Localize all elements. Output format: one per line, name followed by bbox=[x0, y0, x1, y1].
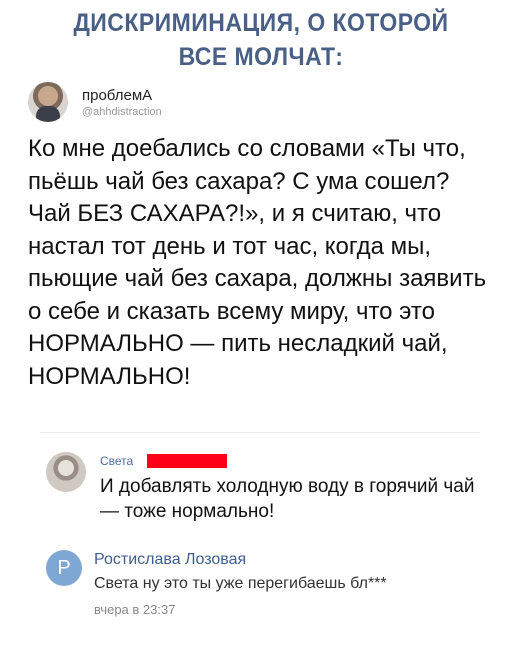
comment-text: Света ну это ты уже перегибаешь бл*** bbox=[94, 575, 387, 592]
comment-timestamp[interactable]: вчера в 23:37 bbox=[94, 602, 175, 617]
divider bbox=[40, 432, 480, 433]
comment: Света И добавлять холодную воду в горячи… bbox=[46, 452, 486, 532]
commenter-name[interactable]: Света bbox=[100, 454, 133, 468]
commenter-avatar[interactable] bbox=[46, 452, 86, 492]
headline-line-2: ВСЕ МОЛЧАТ: bbox=[178, 43, 344, 71]
avatar-initial: Р bbox=[57, 557, 71, 579]
avatar[interactable] bbox=[28, 82, 68, 122]
headline-line-1: ДИСКРИМИНАЦИЯ, О КОТОРОЙ bbox=[73, 9, 449, 37]
post-text: Ко мне доебались со словами «Ты что, пьё… bbox=[28, 135, 487, 390]
comment: Р Ростислава Лозовая Света ну это ты уже… bbox=[46, 548, 486, 628]
commenter-name[interactable]: Ростислава Лозовая bbox=[94, 551, 246, 569]
post-author-handle[interactable]: @ahhdistraction bbox=[82, 106, 162, 118]
commenter-avatar[interactable]: Р bbox=[46, 550, 82, 586]
headline: ДИСКРИМИНАЦИЯ, О КОТОРОЙ ВСЕ МОЛЧАТ: bbox=[21, 6, 501, 74]
post-author-name[interactable]: проблемА bbox=[82, 87, 152, 104]
comment-text: И добавлять холодную воду в горячий чай … bbox=[100, 476, 475, 522]
redaction-bar bbox=[147, 454, 227, 468]
post-header: проблемА @ahhdistraction bbox=[28, 82, 428, 126]
